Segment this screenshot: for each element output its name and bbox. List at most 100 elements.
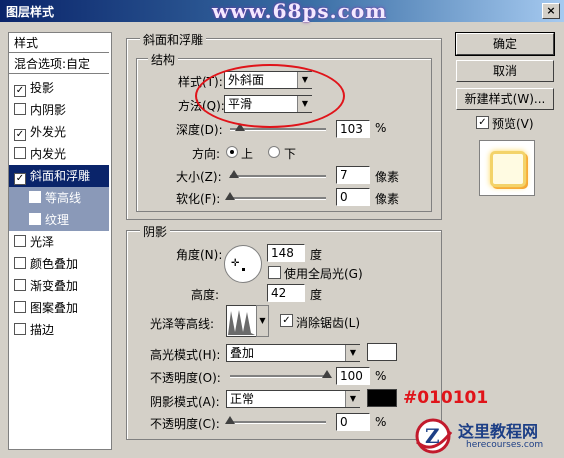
shadow-opacity-input[interactable]: 0	[336, 413, 370, 431]
annotation-color-text: #010101	[403, 388, 489, 408]
style-item[interactable]: 渐变叠加	[9, 275, 109, 297]
style-item-label: 斜面和浮雕	[30, 169, 91, 183]
style-item[interactable]: 内阴影	[9, 99, 109, 121]
altitude-input[interactable]: 42	[267, 284, 305, 302]
style-item-checkbox[interactable]	[14, 103, 26, 115]
styles-header[interactable]: 样式	[9, 33, 109, 53]
highlight-opacity-label: 不透明度(O):	[150, 371, 221, 385]
shadow-color-swatch[interactable]	[367, 389, 397, 407]
direction-label: 方向:	[192, 147, 221, 161]
close-button[interactable]: ×	[542, 3, 560, 19]
bevel-group-title: 斜面和浮雕	[140, 31, 207, 48]
crosshair-icon: ✛	[231, 258, 240, 269]
altitude-label: 高度:	[191, 288, 220, 302]
global-light-label: 使用全局光(G)	[284, 267, 363, 281]
size-slider-thumb[interactable]	[229, 170, 239, 178]
angle-unit: 度	[310, 248, 323, 262]
style-item-checkbox[interactable]	[14, 279, 26, 291]
angle-dial[interactable]: ✛	[224, 245, 262, 283]
annotation-ellipse	[195, 64, 345, 128]
style-item-label: 内发光	[30, 147, 67, 161]
direction-up-radio[interactable]	[226, 146, 238, 158]
style-item-checkbox[interactable]	[14, 301, 26, 313]
shadow-mode-label: 阴影模式(A):	[150, 395, 220, 409]
angle-dot	[242, 268, 245, 271]
new-style-button[interactable]: 新建样式(W)...	[456, 88, 554, 110]
chevron-down-icon: ▼	[345, 345, 360, 361]
style-item-checkbox[interactable]	[14, 147, 26, 159]
size-unit: 像素	[375, 170, 400, 184]
soften-slider-thumb[interactable]	[225, 192, 235, 200]
style-item-checkbox[interactable]	[14, 323, 26, 335]
highlight-mode-label: 高光模式(H):	[150, 348, 221, 362]
highlight-opacity-unit: %	[375, 369, 387, 383]
style-item[interactable]: ✓ 外发光	[9, 121, 109, 143]
style-item-label: 颜色叠加	[30, 257, 79, 271]
style-item-label: 纹理	[45, 213, 70, 227]
ok-button[interactable]: 确定	[455, 32, 555, 56]
soften-slider[interactable]	[230, 197, 326, 200]
soften-unit: 像素	[375, 192, 400, 206]
watermark: www.68ps.com	[212, 0, 388, 23]
style-item-checkbox[interactable]	[14, 257, 26, 269]
style-item-label: 描边	[30, 323, 55, 337]
altitude-unit: 度	[310, 288, 323, 302]
shading-title: 阴影	[140, 223, 171, 240]
highlight-color-swatch[interactable]	[367, 343, 397, 361]
style-item[interactable]: 颜色叠加	[9, 253, 109, 275]
depth-unit: %	[375, 121, 387, 135]
direction-down-label: 下	[284, 147, 297, 161]
direction-down-radio[interactable]	[268, 146, 280, 158]
style-item[interactable]: ✓ 斜面和浮雕	[9, 165, 109, 187]
style-item[interactable]: 描边	[9, 319, 109, 341]
style-item-checkbox[interactable]	[14, 235, 26, 247]
shadow-opacity-label: 不透明度(C):	[150, 417, 220, 431]
size-slider[interactable]	[230, 175, 326, 178]
highlight-mode-select[interactable]: 叠加 ▼	[226, 344, 360, 362]
style-item[interactable]: 等高线	[9, 187, 109, 209]
size-input[interactable]: 7	[336, 166, 370, 184]
style-item-label: 渐变叠加	[30, 279, 79, 293]
styles-list: 样式 混合选项:自定 ✓ 投影内阴影 ✓ 外发光内发光 ✓ 斜面和浮雕等高线纹理光泽颜色叠…	[8, 32, 112, 450]
style-item-label: 图案叠加	[30, 301, 79, 315]
structure-title: 结构	[148, 51, 179, 68]
style-item[interactable]: 纹理	[9, 209, 109, 231]
shadow-mode-select[interactable]: 正常 ▼	[226, 390, 360, 408]
shadow-opacity-thumb[interactable]	[225, 416, 235, 424]
preview-label: 预览(V)	[492, 117, 534, 131]
shadow-opacity-unit: %	[375, 415, 387, 429]
shadow-opacity-slider[interactable]	[230, 421, 326, 424]
preview-checkbox[interactable]: ✓	[476, 116, 489, 129]
style-item[interactable]: ✓ 投影	[9, 77, 109, 99]
style-item-label: 内阴影	[30, 103, 67, 117]
size-label: 大小(Z):	[176, 170, 222, 184]
angle-label: 角度(N):	[176, 248, 223, 262]
depth-input[interactable]: 103	[336, 120, 370, 138]
anti-alias-label: 消除锯齿(L)	[296, 316, 361, 330]
global-light-checkbox[interactable]	[268, 266, 281, 279]
logo-site: herecourses.com	[466, 440, 544, 450]
style-item[interactable]: 内发光	[9, 143, 109, 165]
blending-options[interactable]: 混合选项:自定	[9, 54, 109, 74]
site-logo: Z 这里教程网 herecourses.com	[411, 412, 561, 456]
style-item[interactable]: 图案叠加	[9, 297, 109, 319]
style-item[interactable]: 光泽	[9, 231, 109, 253]
highlight-opacity-slider[interactable]	[230, 375, 326, 378]
highlight-opacity-input[interactable]: 100	[336, 367, 370, 385]
style-item-checkbox[interactable]	[29, 191, 41, 203]
style-item-label: 投影	[30, 81, 55, 95]
style-item-checkbox[interactable]: ✓	[14, 173, 26, 185]
cancel-button[interactable]: 取消	[456, 60, 554, 82]
style-item-label: 外发光	[30, 125, 67, 139]
soften-input[interactable]: 0	[336, 188, 370, 206]
anti-alias-checkbox[interactable]: ✓	[280, 314, 293, 327]
highlight-opacity-thumb[interactable]	[322, 370, 332, 378]
logo-text: 这里教程网	[458, 422, 539, 441]
style-item-checkbox[interactable]	[29, 213, 41, 225]
style-item-checkbox[interactable]: ✓	[14, 129, 26, 141]
angle-input[interactable]: 148	[267, 244, 305, 262]
gloss-contour-preview[interactable]	[226, 305, 258, 337]
style-item-checkbox[interactable]: ✓	[14, 85, 26, 97]
soften-label: 软化(F):	[176, 192, 221, 206]
chevron-down-icon[interactable]: ▼	[256, 305, 269, 337]
